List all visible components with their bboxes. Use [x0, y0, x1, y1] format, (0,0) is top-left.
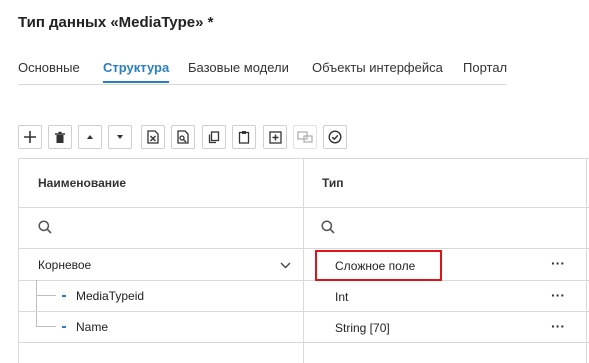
page-title: Тип данных «MediaType» *	[18, 14, 214, 31]
validate-button[interactable]	[323, 125, 347, 149]
tab-base-models[interactable]: Базовые модели	[188, 60, 289, 75]
row-actions-button[interactable]: ···	[551, 256, 565, 270]
document-search-icon	[177, 130, 189, 144]
excel-export-icon	[147, 130, 159, 144]
tab-portal[interactable]: Портал	[463, 60, 507, 75]
tree-connector	[36, 280, 37, 326]
highlight-box	[315, 250, 442, 281]
expand-all-icon	[268, 130, 282, 144]
row-type-name[interactable]: String [70]	[335, 321, 390, 335]
tab-structure[interactable]: Структура	[103, 60, 170, 83]
row-divider	[19, 342, 589, 343]
move-up-button[interactable]	[78, 125, 102, 149]
column-header-name[interactable]: Наименование	[38, 159, 126, 207]
row-actions-button[interactable]: ···	[551, 288, 565, 302]
tab-main[interactable]: Основные	[18, 60, 80, 75]
copy-button[interactable]	[202, 125, 226, 149]
row-name-name[interactable]: Name	[76, 320, 108, 334]
tab-bar: Основные Структура Базовые модели Объект…	[18, 60, 507, 85]
delete-button[interactable]	[48, 125, 72, 149]
column-separator	[586, 159, 587, 363]
export-excel-button[interactable]	[141, 125, 165, 149]
tab-interface-objects[interactable]: Объекты интерфейса	[312, 60, 443, 75]
row-divider	[19, 311, 589, 312]
chevron-down-icon[interactable]	[280, 262, 291, 269]
header-divider	[19, 207, 589, 208]
trash-icon	[55, 131, 65, 143]
column-separator	[303, 159, 304, 363]
plus-icon	[24, 131, 36, 143]
move-down-button[interactable]	[108, 125, 132, 149]
row-type-mediatypeid[interactable]: Int	[335, 290, 348, 304]
document-search-button[interactable]	[171, 125, 195, 149]
tree-node-marker	[62, 326, 66, 328]
search-icon[interactable]	[38, 220, 52, 234]
tree-connector	[36, 295, 56, 296]
row-name-root[interactable]: Корневое	[38, 258, 91, 272]
move-disabled-icon	[297, 130, 313, 143]
tree-connector	[36, 326, 56, 327]
move-button[interactable]	[293, 125, 317, 149]
paste-icon	[238, 131, 250, 144]
arrow-down-icon	[117, 135, 123, 139]
row-actions-button[interactable]: ···	[551, 319, 565, 333]
search-icon[interactable]	[321, 220, 335, 234]
expand-all-button[interactable]	[263, 125, 287, 149]
structure-grid: Наименование Тип Корневое Сложное поле ·…	[18, 158, 589, 363]
add-button[interactable]	[18, 125, 42, 149]
tree-node-marker	[62, 295, 66, 297]
paste-button[interactable]	[232, 125, 256, 149]
row-name-mediatypeid[interactable]: MediaTypeid	[76, 289, 144, 303]
check-circle-icon	[328, 130, 342, 144]
filter-divider	[19, 248, 589, 249]
row-divider	[19, 280, 589, 281]
copy-icon	[208, 130, 220, 143]
arrow-up-icon	[87, 135, 93, 139]
column-header-type[interactable]: Тип	[322, 159, 344, 207]
